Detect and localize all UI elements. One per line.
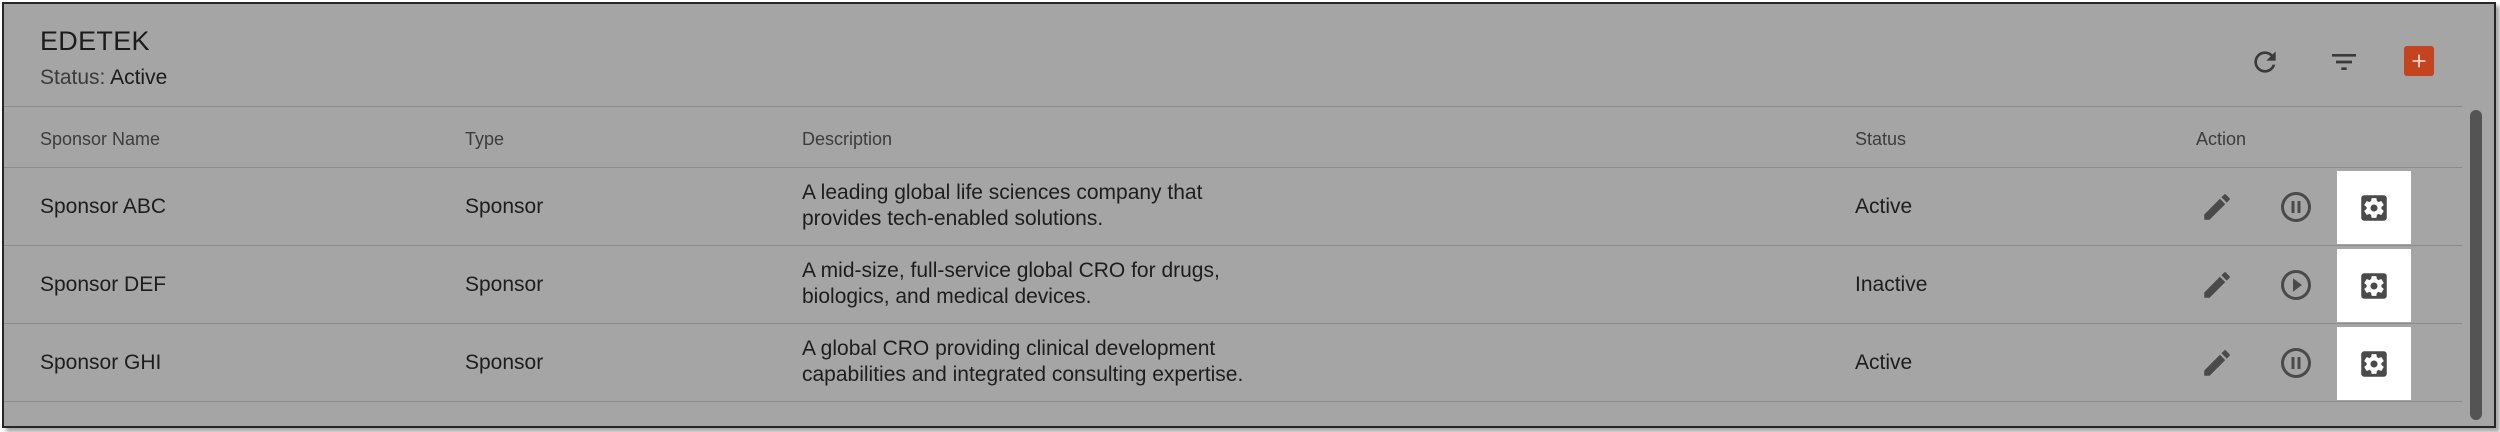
type-cell: Sponsor bbox=[465, 273, 544, 296]
sponsor-name-cell: Sponsor ABC bbox=[40, 195, 167, 218]
settings-button[interactable] bbox=[2337, 249, 2411, 322]
refresh-icon bbox=[2254, 51, 2276, 73]
description-line: biologics, and medical devices. bbox=[802, 285, 1092, 308]
description-cell: A mid-size, full-service global CRO for … bbox=[802, 258, 1220, 310]
type-cell: Sponsor bbox=[465, 351, 544, 374]
column-header-description[interactable]: Description bbox=[802, 129, 892, 150]
table-row[interactable]: Sponsor GHI Sponsor A global CRO providi… bbox=[4, 324, 2462, 402]
type-cell: Sponsor bbox=[465, 195, 544, 218]
refresh-button[interactable] bbox=[2247, 44, 2283, 80]
deactivate-button[interactable] bbox=[2276, 343, 2316, 383]
column-header-status[interactable]: Status bbox=[1855, 129, 1906, 150]
description-line: A global CRO providing clinical developm… bbox=[802, 337, 1216, 360]
filter-button[interactable] bbox=[2326, 44, 2362, 80]
pause-icon bbox=[2281, 348, 2311, 378]
deactivate-button[interactable] bbox=[2276, 187, 2316, 227]
status-value: Active bbox=[110, 66, 168, 89]
gear-icon bbox=[2361, 272, 2387, 299]
settings-button[interactable] bbox=[2337, 327, 2411, 400]
plus-icon bbox=[2412, 54, 2426, 68]
sponsor-list-panel: EDETEK Status: Active Sponsor Name Type … bbox=[2, 2, 2496, 428]
gear-icon bbox=[2361, 350, 2387, 377]
description-cell: A global CRO providing clinical developm… bbox=[802, 336, 1243, 388]
column-header-sponsor-name[interactable]: Sponsor Name bbox=[40, 129, 160, 150]
edit-button[interactable] bbox=[2197, 343, 2237, 383]
page-title: EDETEK bbox=[40, 26, 150, 56]
description-line: A leading global life sciences company t… bbox=[802, 181, 1203, 204]
filter-icon bbox=[2332, 54, 2356, 70]
status-cell: Inactive bbox=[1855, 273, 1928, 296]
pencil-icon bbox=[2204, 194, 2230, 220]
activate-button[interactable] bbox=[2276, 265, 2316, 305]
status-line: Status: Active bbox=[40, 66, 167, 90]
pencil-icon bbox=[2204, 272, 2230, 298]
settings-button[interactable] bbox=[2337, 171, 2411, 244]
description-line: capabilities and integrated consulting e… bbox=[802, 363, 1244, 386]
play-icon bbox=[2281, 270, 2311, 300]
status-cell: Active bbox=[1855, 195, 1913, 218]
sponsor-name-cell: Sponsor GHI bbox=[40, 351, 162, 374]
pencil-icon bbox=[2204, 350, 2230, 376]
description-cell: A leading global life sciences company t… bbox=[802, 180, 1202, 232]
sponsor-table: Sponsor Name Type Description Status Act… bbox=[4, 106, 2462, 402]
edit-button[interactable] bbox=[2197, 265, 2237, 305]
add-sponsor-button[interactable] bbox=[2404, 46, 2434, 76]
description-line: A mid-size, full-service global CRO for … bbox=[802, 259, 1220, 282]
status-cell: Active bbox=[1855, 351, 1913, 374]
panel-header: EDETEK Status: Active bbox=[4, 4, 2494, 106]
column-header-action: Action bbox=[2196, 129, 2247, 149]
vertical-scrollbar[interactable] bbox=[2464, 106, 2494, 426]
column-header-type[interactable]: Type bbox=[465, 129, 504, 150]
gear-icon bbox=[2361, 194, 2387, 221]
edit-button[interactable] bbox=[2197, 187, 2237, 227]
table-row[interactable]: Sponsor ABC Sponsor A leading global lif… bbox=[4, 168, 2462, 246]
sponsor-name-cell: Sponsor DEF bbox=[40, 273, 167, 296]
table-header: Sponsor Name Type Description Status Act… bbox=[4, 106, 2462, 168]
scrollbar-thumb[interactable] bbox=[2470, 110, 2482, 420]
pause-icon bbox=[2281, 192, 2311, 222]
status-label: Status: bbox=[40, 66, 106, 89]
table-row[interactable]: Sponsor DEF Sponsor A mid-size, full-ser… bbox=[4, 246, 2462, 324]
description-line: provides tech-enabled solutions. bbox=[802, 207, 1104, 230]
